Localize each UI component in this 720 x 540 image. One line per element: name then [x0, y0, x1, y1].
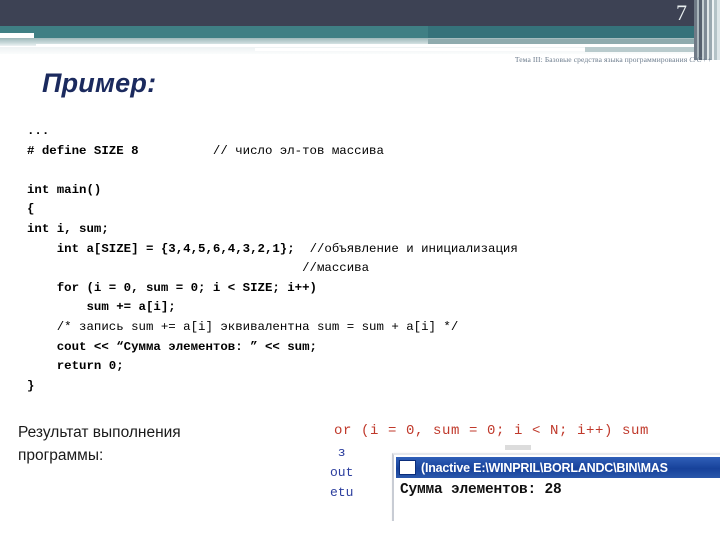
code-comment: // число эл-тов массива — [212, 143, 384, 158]
header-navy-band — [0, 0, 720, 26]
header-white-rule-2 — [255, 48, 585, 51]
code-line-text: int a[SIZE] = {3,4,5,6,4,3,2,1}; — [27, 241, 310, 256]
code-line: /* запись sum += a[i] эквивалентна sum =… — [27, 318, 687, 338]
code-line-text: { — [27, 202, 35, 217]
code-line: { — [27, 200, 687, 220]
header-vertical-stripes — [694, 0, 720, 60]
code-line-text: } — [27, 378, 35, 393]
code-comment: //объявление и инициализация — [309, 241, 518, 256]
code-line-text: cout << “Сумма элементов: ” << sum; — [27, 339, 317, 354]
code-line: int i, sum; — [27, 220, 687, 240]
window-icon — [399, 460, 416, 475]
code-line-text: ... — [27, 124, 50, 138]
code-line-text: return 0; — [27, 359, 124, 374]
ide-code-line: or (i = 0, sum = 0; i < N; i++) sum — [334, 423, 649, 439]
ide-code-segment-1: or (i = 0, — [334, 423, 434, 439]
code-line: ... — [27, 122, 687, 142]
ide-dots-marker — [505, 445, 531, 450]
code-block: ... # define SIZE 8 // число эл-тов масси… — [27, 122, 687, 396]
code-line: } — [27, 377, 687, 397]
code-line: sum += a[i]; — [27, 298, 687, 318]
ide-code-segment-2: sum = 0; i < N; i++) sum — [433, 423, 650, 439]
console-window[interactable]: (Inactive E:\WINPRIL\BORLANDC\BIN\MAS Су… — [392, 453, 720, 521]
ide-side-code: з out etu — [330, 445, 354, 500]
code-line-text: for (i = 0, sum = 0; i < SIZE; i++) — [27, 280, 317, 295]
slide-subtitle: Тема III: Базовые средства языка програм… — [515, 55, 712, 64]
code-comment: //массива — [302, 261, 370, 276]
code-line-text: # define SIZE 8 — [27, 143, 213, 158]
subtitle-language: C/C++ — [689, 55, 712, 64]
code-line: # define SIZE 8 // число эл-тов массива — [27, 142, 687, 162]
result-screenshot: or (i = 0, sum = 0; i < N; i++) sum з ou… — [330, 413, 720, 521]
code-line: int a[SIZE] = {3,4,5,6,4,3,2,1}; //объяв… — [27, 240, 687, 260]
code-line: int main() — [27, 181, 687, 201]
result-caption-line-1: Результат выполнения — [18, 424, 181, 441]
code-line-text: int i, sum; — [27, 221, 109, 236]
result-caption-line-2: программы: — [18, 447, 104, 464]
console-body: Сумма элементов: 28 — [396, 478, 720, 521]
page-number: 7 — [676, 0, 687, 25]
code-line: for (i = 0, sum = 0; i < SIZE; i++) — [27, 279, 687, 299]
header-white-rule-1 — [36, 44, 720, 47]
code-line-text: int main() — [27, 182, 102, 197]
code-line: //массива — [27, 259, 687, 279]
console-titlebar[interactable]: (Inactive E:\WINPRIL\BORLANDC\BIN\MAS — [396, 457, 720, 478]
page-title: Пример: — [42, 68, 157, 98]
console-output-text: Сумма элементов: 28 — [400, 482, 562, 498]
code-comment: /* запись sum += a[i] эквивалентна sum =… — [56, 319, 459, 334]
code-line-text: sum += a[i]; — [27, 300, 176, 315]
console-title-text: (Inactive E:\WINPRIL\BORLANDC\BIN\MAS — [421, 460, 668, 475]
subtitle-text: Тема III: Базовые средства языка програм… — [514, 55, 690, 64]
result-caption: Результат выполнения программы: — [18, 421, 318, 467]
code-line: cout << “Сумма элементов: ” << sum; — [27, 338, 687, 358]
code-line: return 0; — [27, 357, 687, 377]
